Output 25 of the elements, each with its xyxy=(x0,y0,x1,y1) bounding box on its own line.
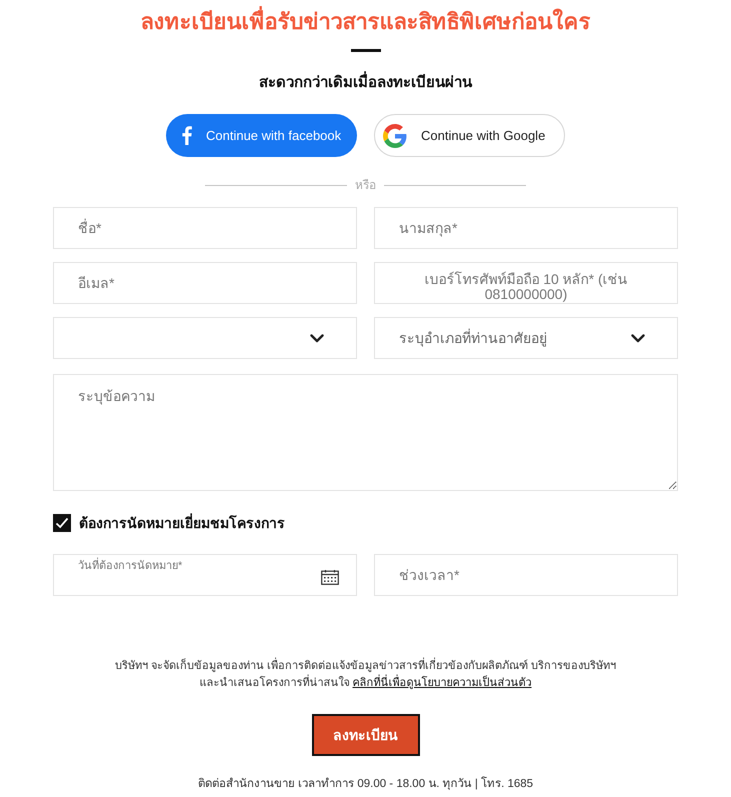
chevron-down-icon xyxy=(310,334,324,342)
phone-input[interactable]: เบอร์โทรศัพท์มือถือ 10 หลัก* (เช่น 0810000000) xyxy=(374,262,678,304)
calendar-icon xyxy=(321,570,339,585)
text-input[interactable]: ชื่อ* xyxy=(53,207,357,249)
privacy-notice: บริษัทฯ จะจัดเก็บข้อมูลของท่าน เพื่อการติดต่อแจ้งข้อมูลข่าวสารที่เกี่ยวข้องกับผลิตภัณฑ์ บริการของบริษัทฯ และนำเสนอโครงการที่น่าสนใจ คลิกที่นี่เพื่อดูนโยบายความเป็นส่วนตัว xyxy=(110,658,620,692)
google-g-icon xyxy=(383,124,407,148)
divider-label: หรือ xyxy=(355,177,376,193)
page-title: ลงทะเบียนเพื่อรับข่าวสารและสิทธิพิเศษก่อนใคร xyxy=(140,6,590,38)
privacy-policy-link[interactable]: คลิกที่นี่เพื่อดูนโยบายความเป็นส่วนตัว xyxy=(352,677,532,689)
date-field[interactable]: วันที่ต้องการนัดหมาย* xyxy=(53,554,357,596)
checkbox-label: ต้องการนัดหมายเยี่ยมชมโครงการ xyxy=(79,514,285,532)
social-login-heading: สะดวกกว่าเดิมเมื่อลงทะเบียนผ่าน xyxy=(259,71,472,95)
appointment-checkbox[interactable] xyxy=(53,514,71,532)
contact-info: ติดต่อสำนักงานขาย เวลาทำการ 09.00 - 18.00 น. ทุกวัน | โทร. 1685 xyxy=(198,776,534,792)
title-underline xyxy=(350,49,380,52)
facebook-login-button[interactable]: Continue with facebook xyxy=(166,114,357,157)
register-button[interactable]: ลงทะเบียน xyxy=(312,714,420,756)
dropdown-select[interactable]: ระบุอำเภอที่ท่านอาศัยอยู่ xyxy=(374,317,678,359)
text-input[interactable]: ช่วงเวลา* xyxy=(374,554,678,596)
chevron-down-icon xyxy=(631,334,645,342)
message-textarea[interactable]: ระบุข้อความ xyxy=(53,374,678,491)
facebook-f-icon xyxy=(182,126,192,145)
google-login-button[interactable]: Continue with Google xyxy=(374,114,565,157)
text-input[interactable]: อีเมล* xyxy=(53,262,357,304)
text-input[interactable]: นามสกุล* xyxy=(374,207,678,249)
